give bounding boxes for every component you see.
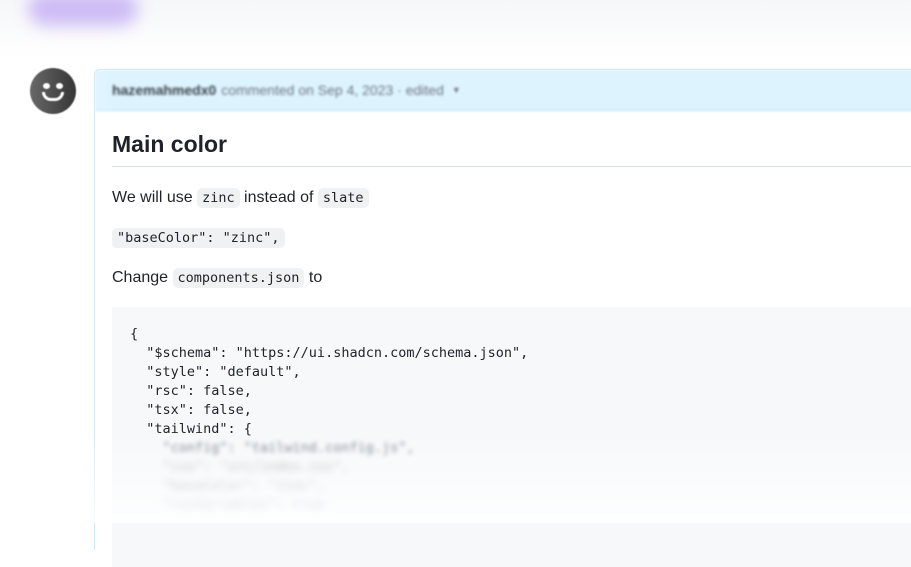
code-line: "css": "src/index.css", bbox=[130, 459, 350, 475]
comment-body: Main color We will use zinc instead of s… bbox=[95, 111, 911, 567]
avatar[interactable] bbox=[30, 68, 76, 114]
paragraph-config: "baseColor": "zinc", bbox=[112, 226, 911, 250]
code-block[interactable]: { "$schema": "https://ui.shadcn.com/sche… bbox=[112, 307, 911, 567]
paragraph-color: We will use zinc instead of slate bbox=[112, 186, 911, 210]
code-line: "rsc": false, bbox=[130, 383, 252, 399]
comment-heading: Main color bbox=[112, 111, 911, 167]
inline-code-zinc: zinc bbox=[197, 188, 240, 208]
inline-code-components-json: components.json bbox=[172, 268, 305, 288]
inline-code-slate: slate bbox=[317, 188, 369, 208]
code-line: "cssVariables": true bbox=[130, 497, 326, 513]
code-line: "config": "tailwind.config.js", bbox=[130, 440, 415, 456]
caret-down-icon[interactable]: ▼ bbox=[452, 85, 461, 95]
blurred-label-badge bbox=[28, 0, 138, 26]
inline-code-basecolor: "baseColor": "zinc", bbox=[112, 228, 285, 248]
code-line: "tsx": false, bbox=[130, 402, 252, 418]
code-line: "$schema": "https://ui.shadcn.com/schema… bbox=[130, 345, 529, 361]
paragraph-change: Change components.json to bbox=[112, 268, 323, 288]
code-line: "style": "default", bbox=[130, 364, 301, 380]
comment-box: hazemahmedx0 commented on Sep 4, 2023 · … bbox=[94, 69, 911, 567]
comment-meta[interactable]: commented on Sep 4, 2023 · edited bbox=[221, 82, 444, 98]
code-line: { bbox=[130, 326, 139, 342]
comment-header: hazemahmedx0 commented on Sep 4, 2023 · … bbox=[95, 70, 911, 111]
comment-author[interactable]: hazemahmedx0 bbox=[112, 82, 216, 98]
code-line: "tailwind": { bbox=[130, 421, 252, 437]
code-line: "baseColor": "zinc", bbox=[130, 478, 326, 494]
